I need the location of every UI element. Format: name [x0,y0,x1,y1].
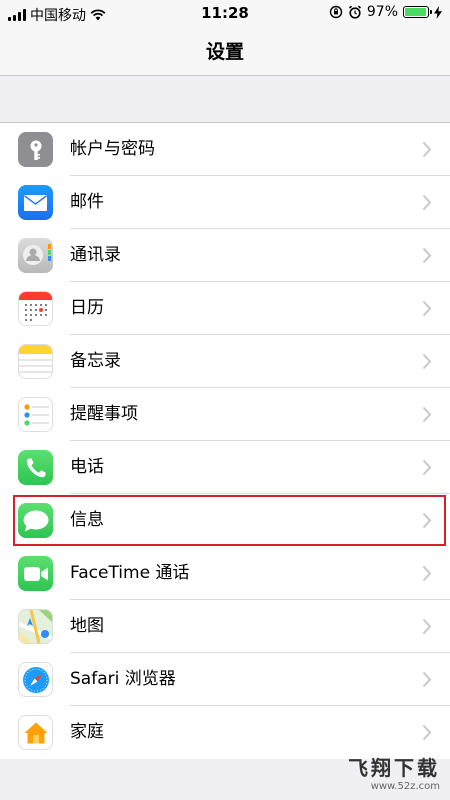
watermark-url: www.52z.com [370,781,440,792]
reminders-icon [18,397,53,432]
battery-percent: 97% [366,4,398,20]
status-bar: 中国移动 11:28 97% [0,0,450,26]
settings-item-label: 通讯录 [70,245,121,265]
settings-item-label: 邮件 [70,192,104,212]
contacts-icon [18,238,53,273]
chevron-right-icon [422,459,432,476]
safari-icon [18,662,53,697]
settings-item-calendar[interactable]: 日历 [0,282,450,335]
mail-icon [18,185,53,220]
calendar-icon [18,291,53,326]
settings-item-contacts[interactable]: 通讯录 [0,229,450,282]
settings-item-reminders[interactable]: 提醒事项 [0,388,450,441]
phone-icon [18,450,53,485]
chevron-right-icon [422,406,432,423]
settings-item-label: FaceTime 通话 [70,563,190,583]
settings-item-facetime[interactable]: FaceTime 通话 [0,547,450,600]
settings-item-label: 提醒事项 [70,404,138,424]
settings-list: 帐户与密码 邮件 通讯录 日历 备忘录 提醒事项 电话 信息 FaceTime … [0,122,450,759]
status-right: 97% [329,4,442,20]
settings-item-label: 帐户与密码 [70,139,155,159]
settings-item-mail[interactable]: 邮件 [0,176,450,229]
chevron-right-icon [422,300,432,317]
nav-bar: 设置 [0,26,450,76]
home-icon [18,715,53,750]
settings-item-notes[interactable]: 备忘录 [0,335,450,388]
settings-item-label: 家庭 [70,722,104,742]
chevron-right-icon [422,618,432,635]
watermark: 飞翔下载 www.52z.com [348,752,440,792]
settings-item-label: Safari 浏览器 [70,669,176,689]
messages-icon [18,503,53,538]
charging-bolt-icon [434,5,442,19]
chevron-right-icon [422,247,432,264]
settings-item-label: 日历 [70,298,104,318]
chevron-right-icon [422,141,432,158]
notes-icon [18,344,53,379]
settings-item-safari[interactable]: Safari 浏览器 [0,653,450,706]
settings-item-label: 地图 [70,616,104,636]
page-title: 设置 [205,41,244,63]
alarm-icon [348,5,361,19]
settings-item-label: 电话 [70,457,104,477]
maps-icon [18,609,53,644]
chevron-right-icon [422,565,432,582]
settings-item-label: 信息 [70,510,104,530]
settings-item-maps[interactable]: 地图 [0,600,450,653]
settings-item-messages[interactable]: 信息 [12,494,447,547]
chevron-right-icon [422,724,432,741]
chevron-right-icon [422,512,432,529]
rotation-lock-icon [329,5,343,19]
chevron-right-icon [422,671,432,688]
chevron-right-icon [422,194,432,211]
facetime-icon [18,556,53,591]
settings-item-passwords-accounts[interactable]: 帐户与密码 [0,123,450,176]
settings-item-label: 备忘录 [70,351,121,371]
watermark-logo-text: 飞翔下载 [348,756,440,780]
battery-icon [403,6,432,18]
battery-level [405,8,427,16]
key-icon [18,132,53,167]
chevron-right-icon [422,353,432,370]
settings-item-phone[interactable]: 电话 [0,441,450,494]
